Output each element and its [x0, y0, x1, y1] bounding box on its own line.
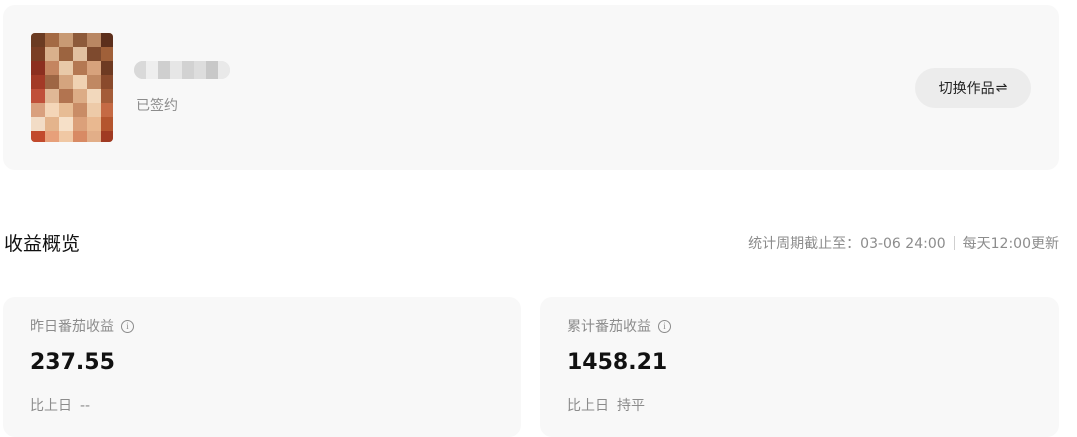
info-icon[interactable]: i	[658, 319, 671, 333]
work-card: 已签约 切换作品 ⇌	[3, 5, 1059, 170]
stat-period: 统计周期截止至：03-06 24:00 每天12:00更新	[748, 233, 1059, 253]
divider	[953, 236, 955, 250]
period-cutoff: 统计周期截止至：03-06 24:00	[748, 236, 946, 252]
switch-work-label: 切换作品	[938, 81, 995, 97]
stat-compare: 比上日 --	[30, 395, 90, 415]
switch-work-button[interactable]: 切换作品 ⇌	[915, 68, 1031, 108]
compare-value: 持平	[617, 398, 645, 414]
stat-compare: 比上日 持平	[567, 395, 645, 415]
compare-label: 比上日	[567, 398, 609, 414]
book-cover-image[interactable]	[31, 33, 113, 142]
swap-arrows-icon: ⇌	[995, 80, 1008, 96]
section-title: 收益概览	[4, 233, 81, 255]
stat-value: 1458.21	[567, 350, 668, 375]
stat-label-row: 昨日番茄收益 i	[30, 316, 134, 336]
stat-card-yesterday: 昨日番茄收益 i 237.55 比上日 --	[3, 297, 521, 437]
work-title-redacted	[134, 61, 230, 79]
stat-value: 237.55	[30, 350, 115, 375]
stat-card-total: 累计番茄收益 i 1458.21 比上日 持平	[540, 297, 1059, 437]
stat-label: 昨日番茄收益	[30, 319, 114, 335]
stat-label-row: 累计番茄收益 i	[567, 316, 671, 336]
compare-label: 比上日	[30, 398, 72, 414]
sign-status: 已签约	[136, 98, 178, 114]
compare-value: --	[80, 398, 91, 414]
update-schedule: 每天12:00更新	[962, 236, 1059, 252]
info-icon[interactable]: i	[121, 319, 134, 333]
stat-label: 累计番茄收益	[567, 319, 651, 335]
